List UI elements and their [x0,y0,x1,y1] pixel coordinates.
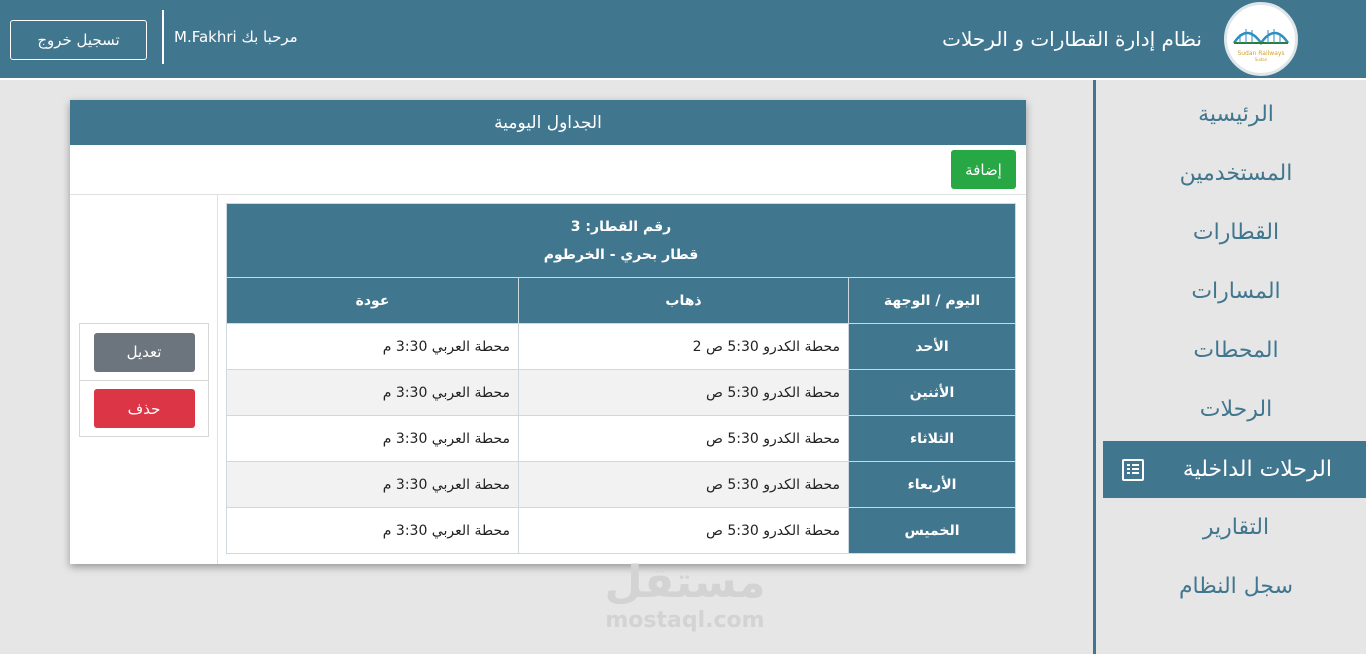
sidebar-item-label: المسارات [1191,279,1281,304]
edit-button[interactable]: تعديل [93,332,195,372]
table-row: الأربعاء محطة الكدرو 5:30 ص محطة العربي … [226,461,1016,508]
sidebar-item-label: سجل النظام [1178,574,1294,599]
sidebar-item-trains[interactable]: القطارات [1103,204,1366,261]
sidebar-item-routes[interactable]: المسارات [1103,263,1366,320]
return-cell: محطة العربي 3:30 م [226,415,519,462]
go-cell: محطة الكدرو 5:30 ص [518,415,849,462]
delete-button[interactable]: حذف [93,389,195,428]
sidebar-item-system-log[interactable]: سجل النظام [1103,558,1366,615]
sidebar-item-users[interactable]: المستخدمين [1103,145,1366,202]
daily-schedules-panel: الجداول اليومية إضافة تعديل حذف رقم القط… [70,100,1026,564]
top-header: Sudan Railways Sudan نظام إدارة القطارات… [0,0,1366,80]
column-header-return: عودة [226,277,519,324]
sidebar-item-trips[interactable]: الرحلات [1103,381,1366,438]
actions-column: تعديل حذف [70,195,218,564]
logout-button[interactable]: تسجيل خروج [10,20,147,60]
sidebar-item-internal-trips[interactable]: الرحلات الداخلية [1103,441,1366,498]
sidebar-item-stations[interactable]: المحطات [1103,322,1366,379]
column-header-go: ذهاب [518,277,849,324]
column-header-day: اليوم / الوجهة [848,277,1016,324]
train-name: قطار بحري - الخرطوم [543,246,699,263]
go-cell: محطة الكدرو 5:30 ص [518,461,849,508]
table-row: الخميس محطة الكدرو 5:30 ص محطة العربي 3:… [226,507,1016,554]
sudan-railways-logo: Sudan Railways Sudan [1224,2,1298,76]
welcome-text: مرحبا بك M.Fakhri [174,28,298,46]
day-cell: الثلاثاء [848,415,1016,462]
sidebar: الرئيسية المستخدمين القطارات المسارات ال… [1093,80,1366,654]
logo-subtext: Sudan [1254,56,1268,62]
sidebar-item-reports[interactable]: التقارير [1103,499,1366,556]
app-title: نظام إدارة القطارات و الرحلات [942,27,1202,51]
panel-title: الجداول اليومية [70,100,1026,145]
edit-row: تعديل [80,324,208,380]
day-cell: الأربعاء [848,461,1016,508]
actions-box: تعديل حذف [79,323,209,437]
train-header: رقم القطار: 3 قطار بحري - الخرطوم [226,203,1016,278]
sidebar-item-label: الرحلات الداخلية [1182,457,1332,482]
day-cell: الأحد [848,323,1016,370]
table-row: الثلاثاء محطة الكدرو 5:30 ص محطة العربي … [226,415,1016,462]
panel-body: تعديل حذف رقم القطار: 3 قطار بحري - الخر… [70,195,1026,564]
add-button[interactable]: إضافة [951,150,1016,189]
day-cell: الأثنين [848,369,1016,416]
watermark-latin: mostaql.com [605,608,765,633]
logo-text: Sudan Railways [1237,49,1285,57]
sidebar-item-label: الرحلات [1199,397,1273,422]
table-row: الأثنين محطة الكدرو 5:30 ص محطة العربي 3… [226,369,1016,416]
go-cell: محطة الكدرو 5:30 ص [518,369,849,416]
go-cell: محطة الكدرو 5:30 ص 2 [518,323,849,370]
mostaql-watermark: مستقل mostaql.com [600,558,770,634]
return-cell: محطة العربي 3:30 م [226,461,519,508]
sidebar-item-home[interactable]: الرئيسية [1103,86,1366,143]
day-cell: الخميس [848,507,1016,554]
return-cell: محطة العربي 3:30 م [226,507,519,554]
schedule-table: رقم القطار: 3 قطار بحري - الخرطوم اليوم … [226,203,1016,554]
delete-row: حذف [80,380,208,436]
list-icon [1122,459,1144,481]
panel-toolbar: إضافة [70,145,1026,195]
watermark-arabic: مستقل [604,557,766,608]
sidebar-item-label: القطارات [1192,220,1280,245]
sidebar-item-label: الرئيسية [1198,102,1274,127]
railway-bridge-icon [1232,28,1290,45]
header-divider [162,10,164,64]
train-number: رقم القطار: 3 [570,218,672,235]
sidebar-item-label: المحطات [1193,338,1279,363]
return-cell: محطة العربي 3:30 م [226,369,519,416]
go-cell: محطة الكدرو 5:30 ص [518,507,849,554]
sidebar-item-label: المستخدمين [1179,161,1293,186]
table-row: الأحد محطة الكدرو 5:30 ص 2 محطة العربي 3… [226,323,1016,370]
sidebar-item-label: التقارير [1202,515,1270,540]
return-cell: محطة العربي 3:30 م [226,323,519,370]
